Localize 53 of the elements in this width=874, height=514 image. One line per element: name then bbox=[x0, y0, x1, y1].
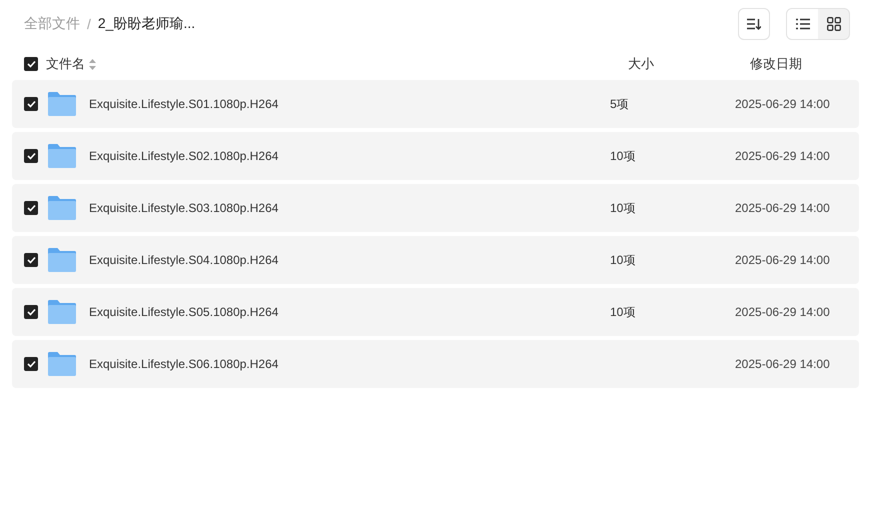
check-icon bbox=[26, 308, 36, 316]
select-all-checkbox[interactable] bbox=[24, 57, 38, 71]
modified-date: 2025-06-29 14:00 bbox=[735, 357, 830, 371]
check-icon bbox=[26, 204, 36, 212]
item-count: 10项 bbox=[610, 252, 636, 266]
check-icon bbox=[26, 100, 36, 108]
modified-date: 2025-06-29 14:00 bbox=[735, 97, 830, 111]
folder-icon bbox=[47, 195, 77, 221]
modified-date: 2025-06-29 14:00 bbox=[735, 253, 830, 267]
file-name: Exquisite.Lifestyle.S02.1080p.H264 bbox=[89, 149, 280, 163]
file-name: Exquisite.Lifestyle.S03.1080p.H264 bbox=[89, 201, 280, 215]
item-count: 5项 bbox=[610, 96, 629, 110]
folder-icon bbox=[47, 143, 77, 169]
modified-date: 2025-06-29 14:00 bbox=[735, 201, 830, 215]
check-icon bbox=[26, 360, 36, 368]
file-name: Exquisite.Lifestyle.S06.1080p.H264 bbox=[89, 357, 280, 371]
folder-icon bbox=[47, 351, 77, 377]
file-row[interactable]: Exquisite.Lifestyle.S05.1080p.H264 10项 2025-06-29 14:00 bbox=[12, 288, 859, 336]
list-icon bbox=[796, 18, 810, 30]
file-row[interactable]: Exquisite.Lifestyle.S02.1080p.H264 10项 2025-06-29 14:00 bbox=[12, 132, 859, 180]
breadcrumb-item: 2_盼盼老师瑜... bbox=[98, 15, 196, 33]
folder-icon bbox=[47, 247, 77, 273]
modified-date: 2025-06-29 14:00 bbox=[735, 305, 830, 319]
item-count: 10项 bbox=[610, 148, 636, 162]
check-icon bbox=[26, 256, 36, 264]
folder-icon bbox=[47, 91, 77, 117]
sort-button[interactable] bbox=[738, 8, 770, 40]
column-header: 大小 bbox=[628, 55, 655, 73]
checkbox[interactable] bbox=[24, 253, 38, 267]
file-row[interactable]: Exquisite.Lifestyle.S06.1080p.H264 2025-06-29 14:00 bbox=[12, 340, 859, 388]
checkbox[interactable] bbox=[24, 201, 38, 215]
checkbox[interactable] bbox=[24, 305, 38, 319]
checkbox[interactable] bbox=[24, 149, 38, 163]
item-count: 10项 bbox=[610, 304, 636, 318]
file-row[interactable]: Exquisite.Lifestyle.S01.1080p.H264 5项 2025-06-29 14:00 bbox=[12, 80, 859, 128]
file-name: Exquisite.Lifestyle.S04.1080p.H264 bbox=[89, 253, 280, 267]
folder-icon bbox=[47, 299, 77, 325]
item-count: 10项 bbox=[610, 200, 636, 214]
file-row[interactable]: Exquisite.Lifestyle.S04.1080p.H264 10项 2025-06-29 14:00 bbox=[12, 236, 859, 284]
breadcrumb-separator: / bbox=[87, 16, 91, 32]
modified-date: 2025-06-29 14:00 bbox=[735, 149, 830, 163]
column-header: 修改日期 bbox=[750, 55, 803, 73]
file-row[interactable]: Exquisite.Lifestyle.S03.1080p.H264 10项 2025-06-29 14:00 bbox=[12, 184, 859, 232]
check-icon bbox=[26, 60, 36, 68]
grid-icon bbox=[826, 17, 840, 31]
check-icon bbox=[26, 152, 36, 160]
file-name: Exquisite.Lifestyle.S01.1080p.H264 bbox=[89, 97, 280, 111]
checkbox[interactable] bbox=[24, 97, 38, 111]
sort-icon bbox=[747, 18, 761, 30]
checkbox[interactable] bbox=[24, 357, 38, 371]
list-view-button[interactable] bbox=[787, 9, 818, 39]
column-header[interactable]: 文件名 bbox=[46, 55, 85, 73]
file-name: Exquisite.Lifestyle.S05.1080p.H264 bbox=[89, 305, 280, 319]
